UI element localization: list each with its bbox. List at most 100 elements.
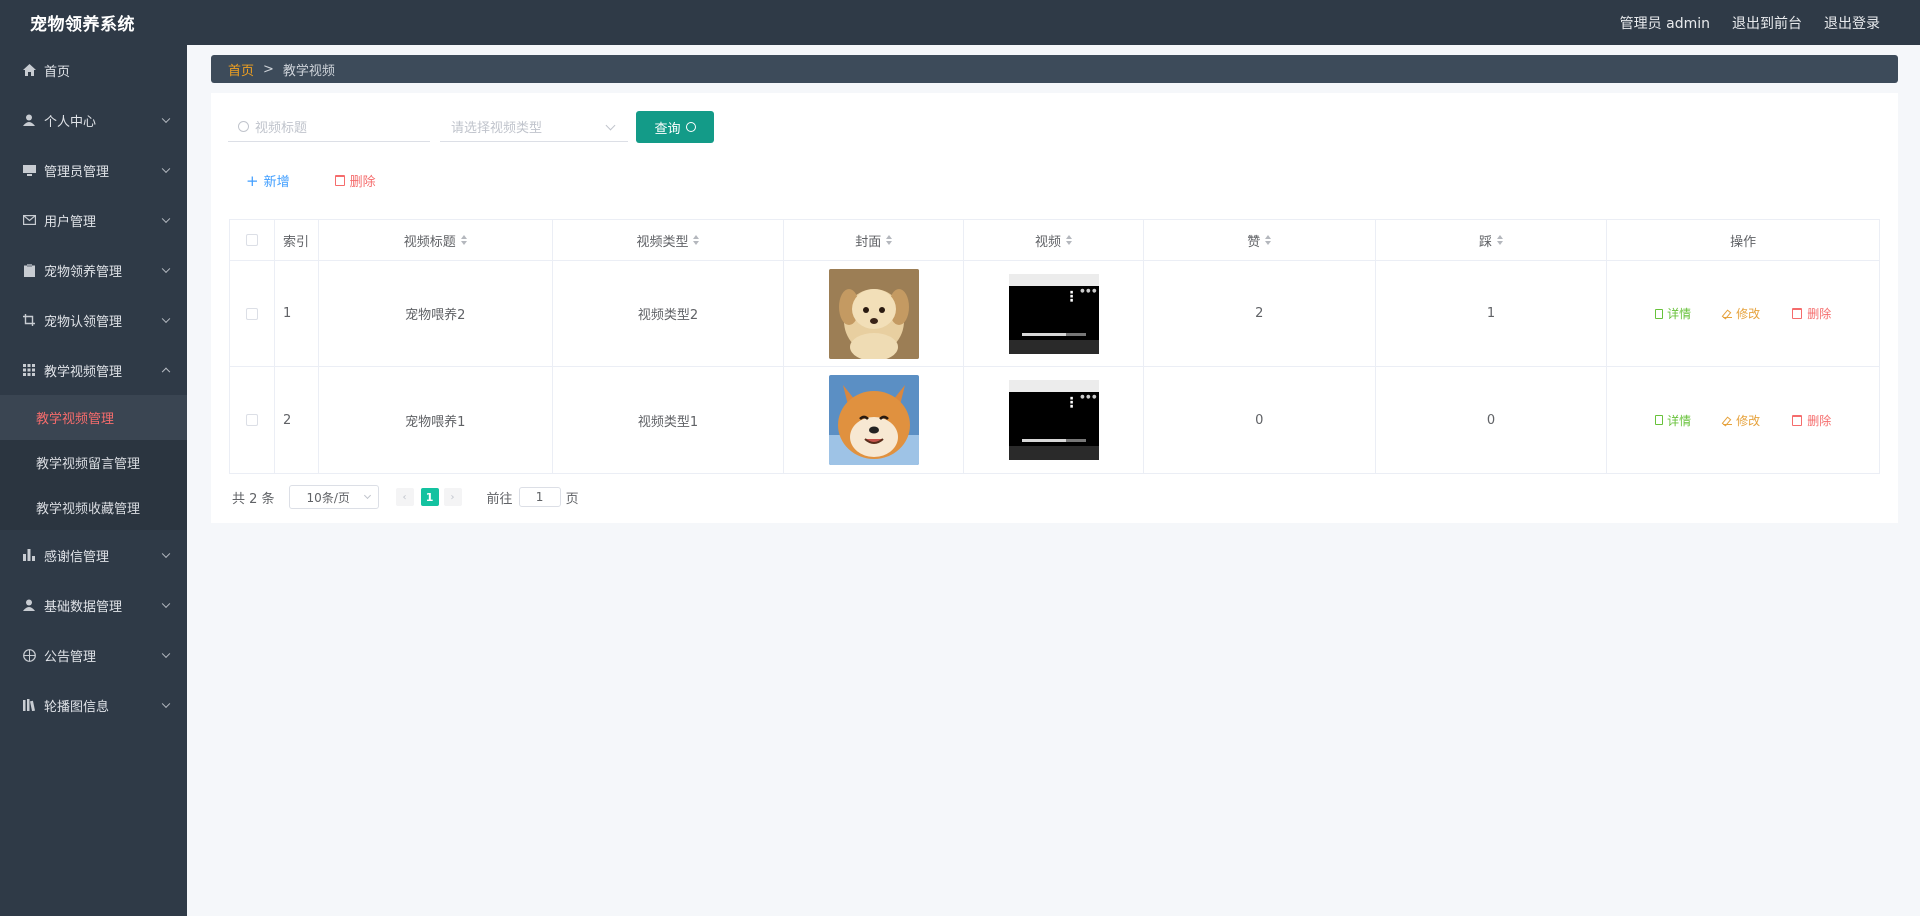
sidebar-subitem-video-management[interactable]: 教学视频管理	[0, 395, 187, 440]
row-index: 1	[275, 261, 319, 366]
page-size-select[interactable]: 10条/页	[288, 485, 379, 509]
edit-button[interactable]: 修改	[1723, 305, 1760, 322]
sort-icon[interactable]	[886, 235, 893, 245]
add-button[interactable]: + 新增	[246, 171, 290, 191]
breadcrumb: 首页 > 教学视频	[211, 55, 1898, 83]
grid-icon	[22, 363, 36, 377]
header-checkbox-cell	[230, 220, 275, 260]
header-title[interactable]: 视频标题	[319, 220, 553, 260]
trash-icon	[1792, 308, 1803, 319]
goto-page-input[interactable]: 1	[518, 487, 561, 507]
sidebar-item-admin-management[interactable]: 管理员管理	[0, 145, 187, 195]
row-checkbox[interactable]	[245, 414, 258, 426]
sort-icon[interactable]	[1066, 235, 1073, 245]
header-type[interactable]: 视频类型	[553, 220, 785, 260]
header-type-label: 视频类型	[636, 234, 689, 250]
sidebar-item-pet-claim[interactable]: 宠物认领管理	[0, 295, 187, 345]
chevron-down-icon	[161, 264, 171, 274]
sidebar-subitem-video-comments[interactable]: 教学视频留言管理	[0, 440, 187, 485]
chevron-down-icon	[161, 114, 171, 124]
row-checkbox-cell	[230, 261, 275, 366]
sidebar: 首页 个人中心 管理员管理 用户管理 宠物领养管理 宠物认领管理 教学视频管理 …	[0, 45, 187, 916]
sort-icon[interactable]	[1265, 235, 1272, 245]
bar-chart-icon	[22, 548, 36, 562]
delete-button[interactable]: 删除	[1792, 412, 1831, 429]
more-vertical-icon[interactable]: ⋮	[1065, 290, 1079, 304]
sidebar-item-home[interactable]: 首页	[0, 45, 187, 95]
admin-label: 管理员 admin	[1619, 15, 1710, 32]
edit-icon	[1723, 416, 1733, 425]
app-title: 宠物领养系统	[30, 15, 135, 35]
sidebar-item-basic-data[interactable]: 基础数据管理	[0, 580, 187, 630]
logout-link[interactable]: 退出登录	[1824, 13, 1880, 33]
edit-button[interactable]: 修改	[1723, 412, 1760, 429]
next-page-button[interactable]: ›	[443, 488, 462, 506]
video-type-placeholder: 请选择视频类型	[451, 121, 543, 136]
video-controls-strip	[1008, 339, 1099, 354]
sidebar-item-label: 用户管理	[44, 214, 97, 230]
chevron-right-icon: ›	[450, 491, 455, 503]
row-type: 视频类型1	[553, 367, 785, 473]
header-operations: 操作	[1730, 234, 1757, 250]
video-table: 索引 视频标题 视频类型 封面 视频 赞 踩 操作 1 宠物喂养2 视频类型 2	[229, 219, 1880, 474]
batch-delete-button[interactable]: 删除	[334, 171, 376, 190]
back-to-front-link[interactable]: 退出到前台	[1732, 13, 1802, 33]
video-type-select[interactable]: 请选择视频类型	[440, 112, 628, 142]
document-icon	[1655, 308, 1664, 319]
query-button[interactable]: 查询	[636, 111, 714, 143]
sort-icon[interactable]	[460, 235, 467, 245]
video-player[interactable]: ● ● ● ⋮	[1008, 273, 1099, 354]
ops-group: 详情 修改 删除	[1639, 412, 1847, 429]
sidebar-item-personal-center[interactable]: 个人中心	[0, 95, 187, 145]
sort-icon[interactable]	[693, 235, 700, 245]
sort-icon[interactable]	[1496, 235, 1503, 245]
header-title-label: 视频标题	[403, 234, 456, 250]
row-title: 宠物喂养2	[319, 261, 553, 366]
sidebar-item-label: 宠物认领管理	[44, 314, 123, 330]
video-progress-bar[interactable]	[1021, 439, 1086, 442]
search-icon	[238, 121, 249, 132]
row-checkbox[interactable]	[245, 307, 258, 320]
header-likes-label: 赞	[1247, 234, 1261, 250]
sidebar-item-label: 个人中心	[44, 114, 97, 130]
breadcrumb-home[interactable]: 首页	[228, 60, 254, 79]
trash-icon	[334, 175, 345, 186]
select-all-checkbox[interactable]	[245, 234, 258, 246]
header-cover[interactable]: 封面	[784, 220, 965, 260]
detail-button[interactable]: 详情	[1655, 412, 1691, 429]
detail-button[interactable]: 详情	[1655, 305, 1691, 322]
sidebar-item-teaching-video[interactable]: 教学视频管理	[0, 345, 187, 395]
header-video[interactable]: 视频	[964, 220, 1144, 260]
sidebar-item-announcements[interactable]: 公告管理	[0, 630, 187, 680]
sidebar-item-carousel[interactable]: 轮播图信息	[0, 680, 187, 730]
action-bar: + 新增 删除	[246, 171, 376, 191]
header-likes[interactable]: 赞	[1144, 220, 1376, 260]
plus-icon: +	[246, 171, 259, 190]
cover-image-puppy[interactable]	[828, 268, 919, 359]
header-dislikes[interactable]: 踩	[1376, 220, 1608, 260]
table-header: 索引 视频标题 视频类型 封面 视频 赞 踩 操作	[230, 220, 1879, 261]
query-button-label: 查询	[654, 121, 681, 137]
top-header: 宠物领养系统 管理员 admin 退出到前台 退出登录	[0, 0, 1920, 45]
goto-label: 前往	[486, 491, 513, 507]
more-vertical-icon[interactable]: ⋮	[1065, 396, 1079, 410]
video-title-input[interactable]: 视频标题	[228, 112, 430, 142]
sidebar-subitem-video-favorites[interactable]: 教学视频收藏管理	[0, 485, 187, 530]
video-progress-bar[interactable]	[1021, 332, 1086, 336]
breadcrumb-separator: >	[263, 61, 274, 77]
total-count: 共 2 条	[232, 491, 275, 507]
ops-group: 详情 修改 删除	[1639, 305, 1847, 322]
video-controls-strip	[1008, 446, 1099, 460]
sidebar-item-pet-adoption[interactable]: 宠物领养管理	[0, 245, 187, 295]
sidebar-item-thank-letters[interactable]: 感谢信管理	[0, 530, 187, 580]
cover-image-shiba[interactable]	[828, 375, 919, 465]
row-index: 2	[275, 367, 319, 473]
row-title: 宠物喂养1	[319, 367, 553, 473]
sidebar-item-user-management[interactable]: 用户管理	[0, 195, 187, 245]
delete-button-label: 删除	[349, 175, 376, 190]
video-player[interactable]: ● ● ● ⋮	[1008, 380, 1099, 460]
prev-page-button[interactable]: ‹	[395, 488, 414, 506]
main-panel: 视频标题 请选择视频类型 查询 + 新增 删除 索引 视频标题 视频类型 封面 …	[211, 93, 1898, 523]
delete-button[interactable]: 删除	[1792, 305, 1831, 322]
page-number-current[interactable]: 1	[420, 488, 439, 506]
